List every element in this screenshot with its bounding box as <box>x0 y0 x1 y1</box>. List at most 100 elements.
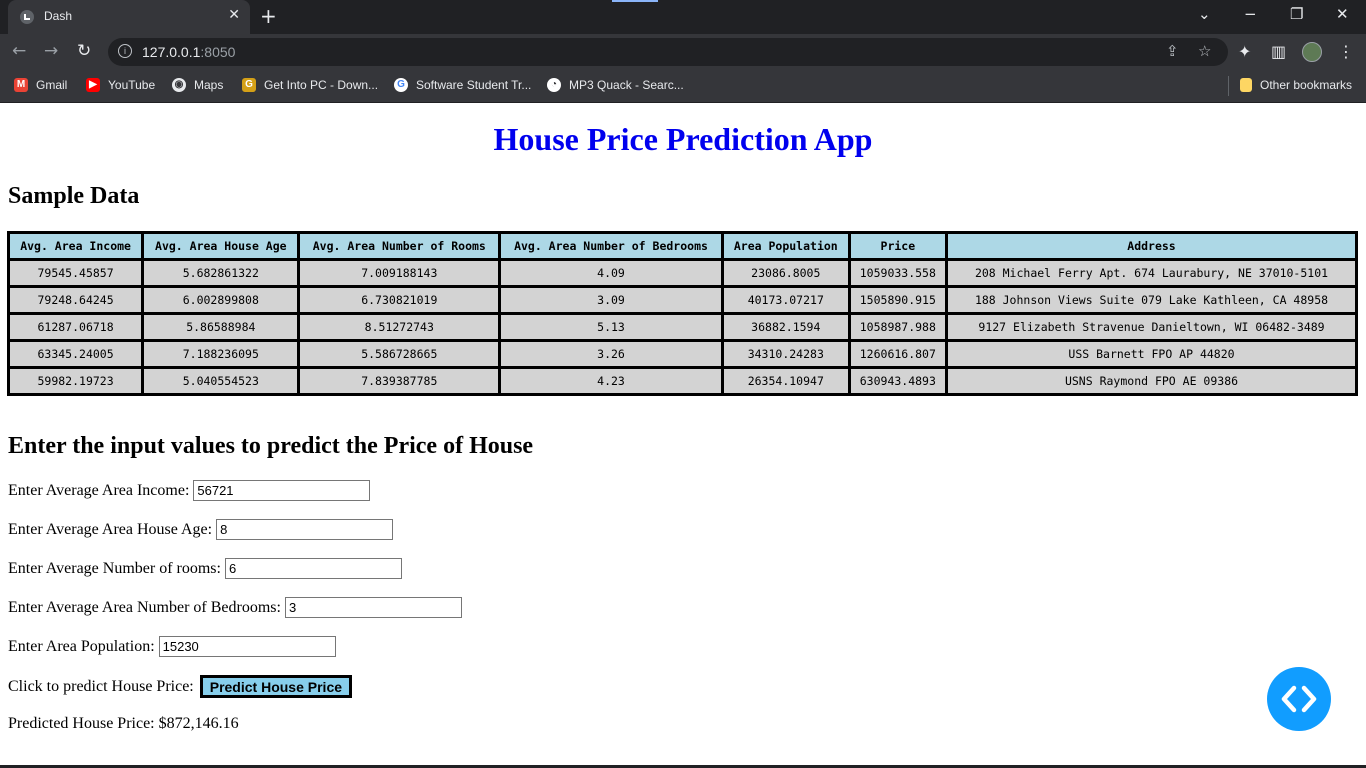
url-text: 127.0.0.1:8050 <box>142 44 236 60</box>
address-bar[interactable]: i 127.0.0.1:8050 ⇪ ☆ <box>108 38 1228 66</box>
bookmark-youtube[interactable]: ▶ YouTube <box>86 76 155 94</box>
table-cell: 9127 Elizabeth Stravenue Danieltown, WI … <box>945 312 1358 342</box>
predict-row: Click to predict House Price: Predict Ho… <box>8 675 353 698</box>
mp3quack-icon: ◔ <box>547 78 561 92</box>
table-cell: 5.586728665 <box>297 339 502 369</box>
column-header: Area Population <box>720 231 851 261</box>
rooms-label: Enter Average Number of rooms: <box>8 559 221 577</box>
table-cell: 5.040554523 <box>141 366 301 396</box>
column-header: Avg. Area Number of Rooms <box>297 231 502 261</box>
table-cell: 23086.8005 <box>720 258 851 288</box>
tab-close-icon[interactable]: ✕ <box>228 7 240 23</box>
income-row: Enter Average Area Income: <box>8 480 371 501</box>
dash-favicon-icon <box>20 10 34 24</box>
table-cell: 8.51272743 <box>297 312 502 342</box>
table-cell: 630943.4893 <box>847 366 949 396</box>
column-header: Avg. Area House Age <box>141 231 301 261</box>
share-icon[interactable]: ⇪ <box>1166 42 1179 60</box>
bookmarks-bar: M Gmail ▶ YouTube ◉ Maps G Get Into PC -… <box>0 70 1366 103</box>
google-icon: G <box>394 78 408 92</box>
table-cell: 1059033.558 <box>847 258 949 288</box>
predict-label: Click to predict House Price: <box>8 677 194 695</box>
table-cell: 5.13 <box>498 312 724 342</box>
table-cell: 4.23 <box>498 366 724 396</box>
predict-button[interactable]: Predict House Price <box>199 675 353 698</box>
bookmark-gmail[interactable]: M Gmail <box>14 76 67 94</box>
bookmark-star-icon[interactable]: ☆ <box>1198 42 1211 60</box>
income-label: Enter Average Area Income: <box>8 481 190 499</box>
bookmark-software-student[interactable]: G Software Student Tr... <box>394 76 531 94</box>
table-cell: 5.86588984 <box>141 312 301 342</box>
sample-data-heading: Sample Data <box>8 183 140 209</box>
population-label: Enter Area Population: <box>8 637 155 655</box>
tab-search-indicator <box>612 0 658 2</box>
bedrooms-input[interactable] <box>284 597 462 618</box>
dash-debug-button[interactable] <box>1267 667 1331 731</box>
window-close-icon[interactable]: ✕ <box>1336 5 1349 23</box>
back-icon[interactable]: ← <box>12 41 26 61</box>
table-cell: 40173.07217 <box>720 285 851 315</box>
table-cell: 79545.45857 <box>6 258 145 288</box>
folder-icon <box>1240 78 1252 92</box>
profile-avatar[interactable] <box>1302 42 1322 62</box>
table-row: 79545.45857 5.682861322 7.009188143 4.09… <box>6 258 1358 288</box>
table-cell: 7.188236095 <box>141 339 301 369</box>
youtube-icon: ▶ <box>86 78 100 92</box>
maps-icon: ◉ <box>172 78 186 92</box>
input-heading: Enter the input values to predict the Pr… <box>8 433 534 459</box>
table-cell: 6.002899808 <box>141 285 301 315</box>
table-cell: 3.26 <box>498 339 724 369</box>
new-tab-icon[interactable]: + <box>260 4 277 28</box>
table-cell: 208 Michael Ferry Apt. 674 Laurabury, NE… <box>945 258 1358 288</box>
tab-search-chevron-icon[interactable]: ⌄ <box>1198 5 1211 23</box>
table-cell: 1505890.915 <box>847 285 949 315</box>
table-cell: 26354.10947 <box>720 366 851 396</box>
column-header: Avg. Area Number of Bedrooms <box>498 231 724 261</box>
column-header: Avg. Area Income <box>6 231 145 261</box>
table-row: 61287.06718 5.86588984 8.51272743 5.13 3… <box>6 312 1358 342</box>
house-age-input[interactable] <box>216 519 394 540</box>
bookmark-getintopc[interactable]: G Get Into PC - Down... <box>242 76 378 94</box>
income-input[interactable] <box>193 480 371 501</box>
table-cell: 34310.24283 <box>720 339 851 369</box>
restore-icon[interactable]: ❐ <box>1290 5 1303 23</box>
browser-tab-strip: Dash ✕ + ⌄ − ❐ ✕ <box>0 0 1366 34</box>
extensions-icon[interactable]: ✦ <box>1238 42 1251 61</box>
table-row: 63345.24005 7.188236095 5.586728665 3.26… <box>6 339 1358 369</box>
table-cell: 3.09 <box>498 285 724 315</box>
table-cell: USNS Raymond FPO AE 09386 <box>945 366 1358 396</box>
side-panel-icon[interactable]: ▥ <box>1271 42 1286 61</box>
population-input[interactable] <box>158 636 336 657</box>
minimize-icon[interactable]: − <box>1244 5 1257 23</box>
bookmark-mp3quack[interactable]: ◔ MP3 Quack - Searc... <box>547 76 684 94</box>
table-cell: 188 Johnson Views Suite 079 Lake Kathlee… <box>945 285 1358 315</box>
table-row: 79248.64245 6.002899808 6.730821019 3.09… <box>6 285 1358 315</box>
browser-tab[interactable]: Dash ✕ <box>8 0 250 34</box>
table-cell: 7.009188143 <box>297 258 502 288</box>
table-cell: 61287.06718 <box>6 312 145 342</box>
bookmark-maps[interactable]: ◉ Maps <box>172 76 223 94</box>
table-cell: 63345.24005 <box>6 339 145 369</box>
other-bookmarks[interactable]: Other bookmarks <box>1240 76 1352 94</box>
menu-icon[interactable]: ⋮ <box>1338 42 1354 61</box>
gmail-icon: M <box>14 78 28 92</box>
age-row: Enter Average Area House Age: <box>8 519 394 540</box>
bookmarks-separator <box>1228 76 1229 96</box>
table-cell: 1260616.807 <box>847 339 949 369</box>
app-title: House Price Prediction App <box>493 121 873 157</box>
table-header-row: Avg. Area Income Avg. Area House Age Avg… <box>6 231 1358 261</box>
rooms-row: Enter Average Number of rooms: <box>8 558 402 579</box>
forward-icon[interactable]: → <box>44 41 58 61</box>
predicted-price-text: Predicted House Price: $872,146.16 <box>8 715 239 732</box>
rooms-input[interactable] <box>224 558 402 579</box>
table-cell: 5.682861322 <box>141 258 301 288</box>
population-row: Enter Area Population: <box>8 636 336 657</box>
bedrooms-label: Enter Average Area Number of Bedrooms: <box>8 598 281 616</box>
column-header: Price <box>847 231 949 261</box>
reload-icon[interactable]: ↻ <box>77 41 91 61</box>
table-cell: 59982.19723 <box>6 366 145 396</box>
site-info-icon[interactable]: i <box>118 44 132 58</box>
page-content: House Price Prediction App Sample Data A… <box>0 103 1366 768</box>
tab-title: Dash <box>44 9 73 23</box>
table-cell: 36882.1594 <box>720 312 851 342</box>
